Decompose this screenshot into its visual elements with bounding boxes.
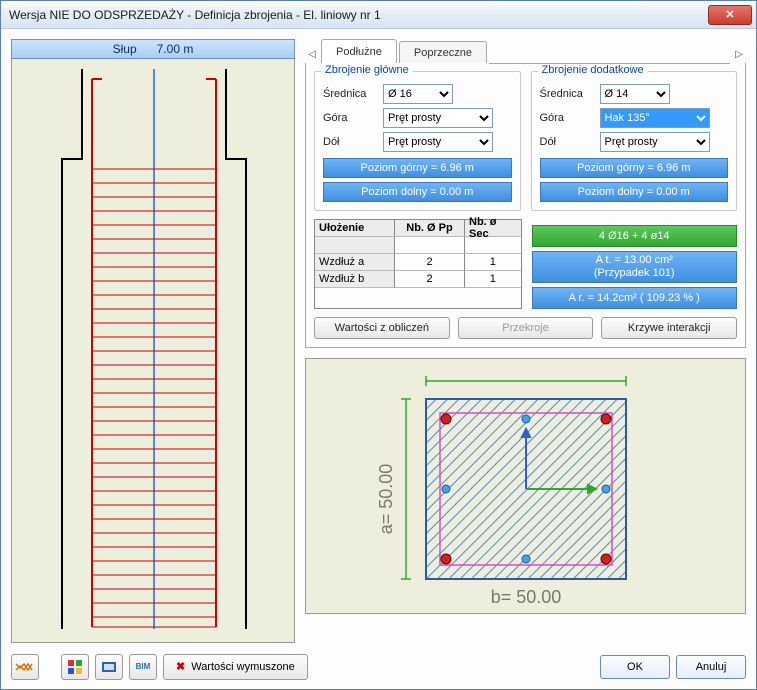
at-value: A t. = 13.00 cm² — [596, 254, 673, 267]
bim-icon-button[interactable]: BIM — [129, 654, 157, 680]
layout-table[interactable]: Ułożenie Nb. Ø Pp Nb. ø Sec Wzdłuż a 2 1 — [314, 219, 522, 309]
left-column: Słup 7.00 m — [11, 39, 295, 643]
tab-content: Zbrojenie główne Średnica Ø 16 Góra Pręt… — [305, 63, 746, 348]
tab-label: Poprzeczne — [414, 47, 472, 59]
main-row: Słup 7.00 m — [11, 39, 746, 643]
tab-label: Podłużne — [336, 46, 382, 58]
summary-column: 4 Ø16 + 4 ø14 A t. = 13.00 cm² (Przypade… — [532, 219, 738, 309]
close-button[interactable]: ✕ — [708, 5, 752, 25]
client-area: Słup 7.00 m — [1, 29, 756, 690]
titlebar: Wersja NIE DO ODSPRZEDAŻY - Definicja zb… — [1, 1, 756, 29]
beam-elevation-canvas[interactable] — [11, 59, 295, 643]
summary-bars: 4 Ø16 + 4 ø14 — [532, 225, 738, 247]
table-row[interactable]: Wzdłuż a 2 1 — [315, 254, 521, 271]
footer: BIM ✖ Wartości wymuszone OK Anuluj — [11, 653, 746, 680]
group-legend: Zbrojenie dodatkowe — [538, 64, 648, 76]
close-icon: ✕ — [725, 8, 734, 21]
main-top-select[interactable]: Pręt prosty — [383, 108, 493, 128]
additional-reinforcement-group: Zbrojenie dodatkowe Średnica Ø 14 Góra H… — [531, 71, 738, 211]
summary-at: A t. = 13.00 cm² (Przypadek 101) — [532, 251, 738, 283]
col-nb-pp: Nb. Ø Pp — [395, 220, 465, 237]
main-level-top[interactable]: Poziom górny = 6.96 m — [323, 158, 512, 178]
tabs-scroll-right[interactable]: ▷ — [732, 45, 746, 63]
palette-icon-button[interactable] — [61, 654, 89, 680]
beam-svg — [12, 59, 295, 639]
add-level-bottom[interactable]: Poziom dolny = 0.00 m — [540, 182, 729, 202]
a-dim-label: a= 50.00 — [376, 464, 396, 535]
section-svg: a= 50.00 b= 50.00 — [306, 359, 726, 614]
add-level-top[interactable]: Poziom górny = 6.96 m — [540, 158, 729, 178]
table-header: Ułożenie Nb. Ø Pp Nb. ø Sec — [315, 220, 521, 237]
beam-header: Słup 7.00 m — [11, 39, 295, 59]
diagram-icon — [15, 660, 35, 674]
add-diameter-select[interactable]: Ø 14 — [600, 84, 670, 104]
diagram-icon-button[interactable] — [11, 654, 39, 680]
main-level-bottom[interactable]: Poziom dolny = 0.00 m — [323, 182, 512, 202]
table-empty-row — [315, 237, 521, 254]
main-diameter-select[interactable]: Ø 16 — [383, 84, 453, 104]
main-reinforcement-group: Zbrojenie główne Średnica Ø 16 Góra Pręt… — [314, 71, 521, 211]
col-layout: Ułożenie — [315, 220, 395, 237]
at-case: (Przypadek 101) — [594, 267, 675, 280]
diameter-label: Średnica — [540, 88, 594, 100]
forced-values-button[interactable]: ✖ Wartości wymuszone — [163, 654, 308, 680]
ok-button[interactable]: OK — [600, 655, 670, 679]
window-title: Wersja NIE DO ODSPRZEDAŻY - Definicja zb… — [9, 8, 708, 22]
add-bottom-select[interactable]: Pręt prosty — [600, 132, 710, 152]
bottom-label: Dół — [323, 136, 377, 148]
action-buttons: Wartości z obliczeń Przekroje Krzywe int… — [314, 317, 737, 339]
b-dim-label: b= 50.00 — [491, 587, 562, 607]
tab-transverse[interactable]: Poprzeczne — [399, 41, 487, 63]
dialog-window: Wersja NIE DO ODSPRZEDAŻY - Definicja zb… — [0, 0, 757, 690]
capture-icon-button[interactable] — [95, 654, 123, 680]
diameter-label: Średnica — [323, 88, 377, 100]
interaction-curves-button[interactable]: Krzywe interakcji — [601, 317, 737, 339]
calc-values-button[interactable]: Wartości z obliczeń — [314, 317, 450, 339]
reinforcement-groups: Zbrojenie główne Średnica Ø 16 Góra Pręt… — [314, 71, 737, 211]
bottom-label: Dół — [540, 136, 594, 148]
forced-label: Wartości wymuszone — [191, 661, 295, 673]
table-row[interactable]: Wzdłuż b 2 1 — [315, 271, 521, 288]
cancel-button[interactable]: Anuluj — [676, 655, 746, 679]
bim-icon: BIM — [136, 662, 151, 671]
x-icon: ✖ — [176, 660, 185, 673]
top-label: Góra — [540, 112, 594, 124]
table-summary-row: Ułożenie Nb. Ø Pp Nb. ø Sec Wzdłuż a 2 1 — [314, 219, 737, 309]
section-canvas[interactable]: a= 50.00 b= 50.00 — [305, 358, 746, 614]
beam-type: Słup — [113, 42, 137, 56]
add-top-select[interactable]: Hak 135° — [600, 108, 710, 128]
col-nb-sec: Nb. ø Sec — [465, 220, 521, 237]
sections-button: Przekroje — [458, 317, 594, 339]
tab-longitudinal[interactable]: Podłużne — [321, 39, 397, 63]
tabs: ◁ Podłużne Poprzeczne ▷ — [305, 39, 746, 63]
capture-icon — [101, 659, 117, 675]
summary-ar: A r. = 14.2cm² ( 109.23 % ) — [532, 287, 738, 309]
palette-icon — [67, 659, 83, 675]
top-label: Góra — [323, 112, 377, 124]
beam-length: 7.00 m — [157, 42, 194, 56]
tabs-scroll-left[interactable]: ◁ — [305, 45, 319, 63]
main-bottom-select[interactable]: Pręt prosty — [383, 132, 493, 152]
right-column: ◁ Podłużne Poprzeczne ▷ Zbrojenie główne… — [305, 39, 746, 643]
group-legend: Zbrojenie główne — [321, 64, 413, 76]
